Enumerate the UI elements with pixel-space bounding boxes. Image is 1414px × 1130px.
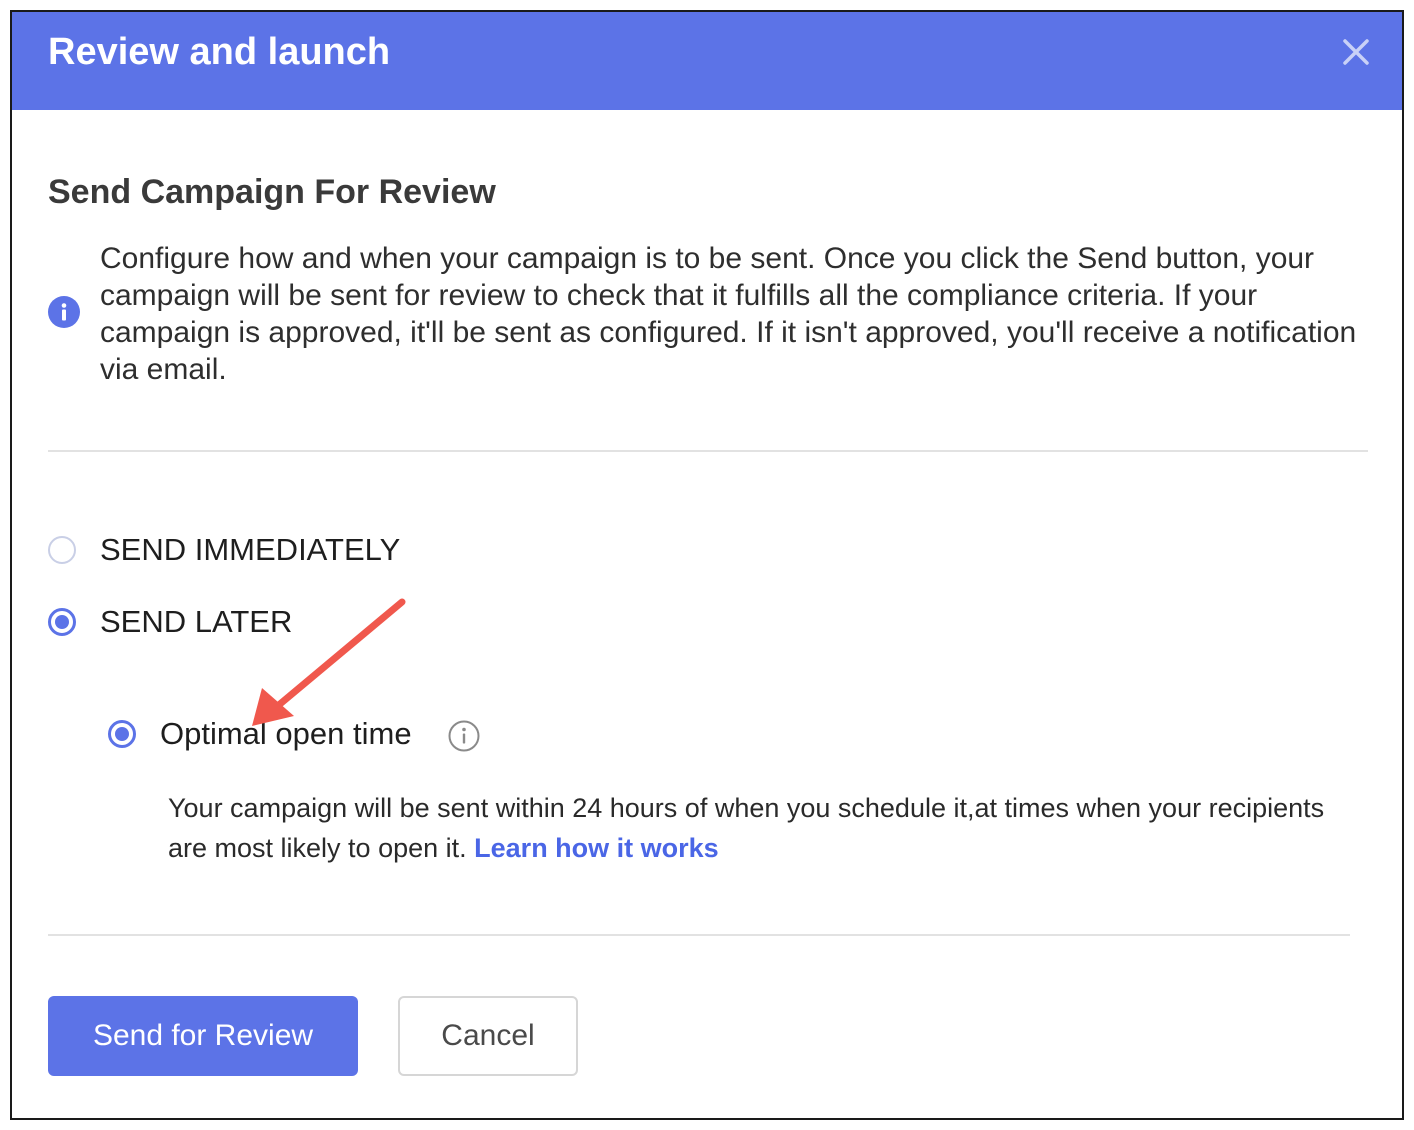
review-launch-dialog: Review and launch Send Campaign For Revi…	[10, 10, 1404, 1120]
radio-optimal-open-time[interactable]: Optimal open time	[108, 716, 412, 752]
radio-button-unselected[interactable]	[48, 536, 76, 564]
dialog-title: Review and launch	[48, 31, 391, 73]
radio-send-later[interactable]: SEND LATER	[48, 604, 292, 640]
optimal-time-description: Your campaign will be sent within 24 hou…	[168, 788, 1368, 868]
divider-top	[48, 450, 1368, 452]
radio-button-selected[interactable]	[48, 608, 76, 636]
dialog-header: Review and launch	[12, 12, 1402, 110]
radio-button-selected[interactable]	[108, 720, 136, 748]
description-text: Your campaign will be sent within 24 hou…	[168, 793, 1325, 863]
info-outline-icon[interactable]	[448, 720, 480, 752]
section-title: Send Campaign For Review	[48, 173, 496, 211]
cancel-button[interactable]: Cancel	[398, 996, 578, 1076]
radio-label-optimal-open-time: Optimal open time	[160, 716, 412, 751]
close-icon	[1343, 39, 1369, 65]
radio-send-immediately[interactable]: SEND IMMEDIATELY	[48, 532, 400, 568]
close-button[interactable]	[1334, 30, 1378, 74]
info-message: Configure how and when your campaign is …	[100, 242, 1357, 386]
learn-how-link[interactable]: Learn how it works	[474, 833, 719, 863]
radio-label-send-later: SEND LATER	[100, 604, 293, 639]
radio-label-send-immediately: SEND IMMEDIATELY	[100, 532, 401, 567]
send-for-review-button[interactable]: Send for Review	[48, 996, 358, 1076]
info-icon	[48, 296, 80, 328]
divider-bottom	[48, 934, 1350, 936]
